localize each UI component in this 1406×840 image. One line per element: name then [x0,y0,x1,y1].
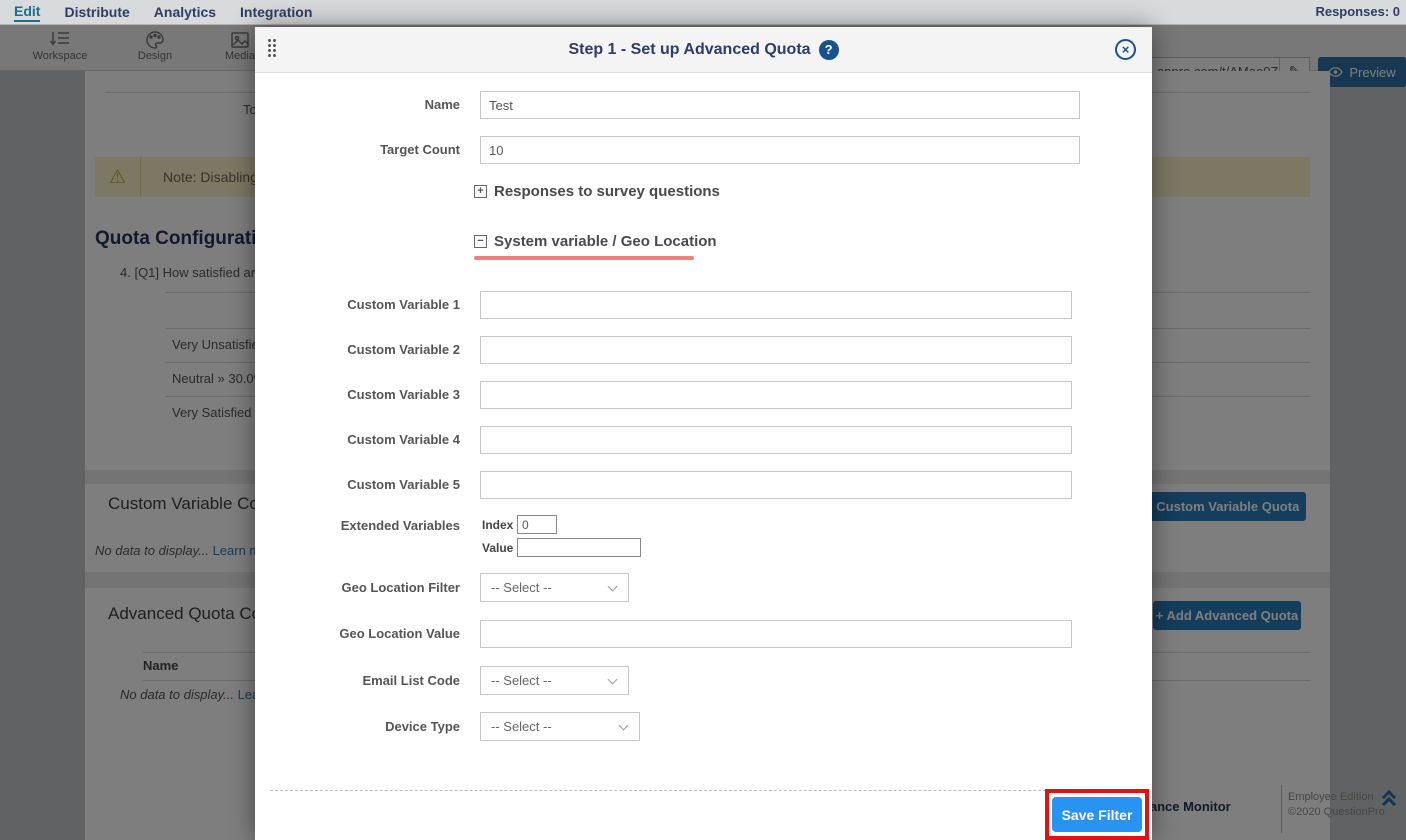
annotation-box: Save Filter [1045,789,1149,840]
chevron-down-icon [608,582,618,592]
annotation-underline [474,256,694,260]
selected-value: -- Select -- [491,580,552,595]
save-filter-button[interactable]: Save Filter [1052,797,1142,832]
selected-value: -- Select -- [491,673,552,688]
modal-title: Step 1 - Set up Advanced Quota [568,41,810,59]
section-responses-label: Responses to survey questions [494,183,720,200]
name-input[interactable] [480,91,1080,119]
target-count-label: Target Count [315,136,460,163]
name-label: Name [315,91,460,118]
advanced-quota-modal: Step 1 - Set up Advanced Quota ? × Name … [255,27,1152,840]
footer-divider [270,790,1136,791]
custom-variable-1-input[interactable] [480,291,1072,319]
tab-analytics[interactable]: Analytics [154,4,216,21]
tab-distribute[interactable]: Distribute [64,4,129,21]
device-type-select[interactable]: -- Select -- [480,712,640,741]
help-icon[interactable]: ? [819,40,839,60]
geo-location-value-label: Geo Location Value [315,620,460,647]
extended-variables-label: Extended Variables [315,515,460,537]
custom-variable-4-label: Custom Variable 4 [315,426,460,453]
device-type-label: Device Type [315,713,460,740]
custom-variable-5-label: Custom Variable 5 [315,471,460,498]
collapse-icon: − [474,235,487,248]
modal-header: Step 1 - Set up Advanced Quota ? × [255,27,1152,73]
index-input[interactable] [517,515,557,534]
chevron-down-icon [619,721,629,731]
email-list-code-label: Email List Code [315,667,460,694]
drag-handle-icon[interactable] [268,39,276,57]
custom-variable-3-label: Custom Variable 3 [315,381,460,408]
chevron-down-icon [608,675,618,685]
section-system-toggle[interactable]: − System variable / Geo Location [474,233,717,250]
responses-count: Responses: 0 [1315,4,1400,19]
geo-location-filter-label: Geo Location Filter [315,574,460,601]
custom-variable-1-label: Custom Variable 1 [315,291,460,318]
custom-variable-5-input[interactable] [480,471,1072,499]
value-label: Value : [482,541,521,555]
close-icon[interactable]: × [1115,39,1136,60]
expand-icon: + [474,185,487,198]
custom-variable-2-input[interactable] [480,336,1072,364]
custom-variable-3-input[interactable] [480,381,1072,409]
email-list-code-select[interactable]: -- Select -- [480,666,629,695]
geo-location-filter-select[interactable]: -- Select -- [480,573,629,602]
selected-value: -- Select -- [491,719,552,734]
tab-edit[interactable]: Edit [14,3,40,22]
main-nav: Edit Distribute Analytics Integration Re… [0,0,1406,25]
index-label: Index : [482,518,521,532]
tab-integration[interactable]: Integration [240,4,312,21]
value-input[interactable] [517,538,641,557]
custom-variable-2-label: Custom Variable 2 [315,336,460,363]
target-count-input[interactable] [480,136,1080,164]
geo-location-value-input[interactable] [480,620,1072,648]
section-system-label: System variable / Geo Location [494,233,717,250]
custom-variable-4-input[interactable] [480,426,1072,454]
section-responses-toggle[interactable]: + Responses to survey questions [474,183,720,200]
